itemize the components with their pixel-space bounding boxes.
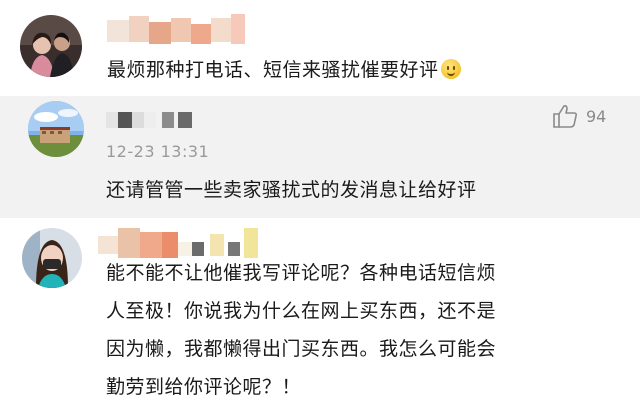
like-count: 94 <box>586 106 607 126</box>
comment-text: 最烦那种打电话、短信来骚扰催要好评 <box>107 54 461 86</box>
comment-text-line: 能不能不让他催我写评论呢？各种电话短信烦 <box>106 262 497 284</box>
comment-text: 还请管管一些卖家骚扰式的发消息让给好评 <box>106 179 477 201</box>
slightly-smiling-face-icon <box>440 59 461 79</box>
comment-item: 能不能不让他催我写评论呢？各种电话短信烦 人至极！你说我为什么在网上买东西，还不… <box>0 218 640 415</box>
avatar[interactable] <box>20 15 82 77</box>
like-button[interactable]: 94 <box>552 104 606 128</box>
comment-timestamp: 12-23 13:31 <box>106 142 210 161</box>
avatar[interactable] <box>28 101 84 157</box>
comment-item: 94 12-23 13:31 还请管管一些卖家骚扰式的发消息让给好评 <box>0 96 640 218</box>
avatar[interactable] <box>22 228 82 288</box>
comment-item: 最烦那种打电话、短信来骚扰催要好评 <box>0 0 640 96</box>
username-blurred[interactable] <box>107 14 247 48</box>
username-blurred[interactable] <box>106 110 196 130</box>
comment-text-line: 因为懒，我都懒得出门买东西。我怎么可能会 <box>106 338 497 360</box>
thumbs-up-icon <box>553 105 578 128</box>
comment-text-line: 勤劳到给你评论呢？！ <box>106 376 302 398</box>
comment-text-line: 人至极！你说我为什么在网上买东西，还不是 <box>106 300 497 322</box>
